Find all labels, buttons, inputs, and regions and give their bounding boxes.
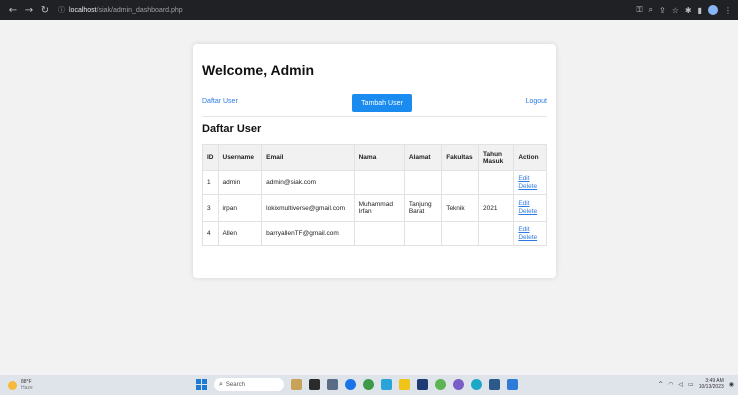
cell-username: Allen: [217, 221, 263, 246]
cell-fakultas: [441, 221, 480, 246]
cell-alamat: [403, 170, 443, 195]
cell-email: admin@siak.com: [261, 170, 355, 195]
delete-link[interactable]: Delete: [518, 183, 542, 191]
forward-icon[interactable]: →: [22, 5, 36, 16]
search-label: Search: [225, 381, 245, 388]
url-host: localhost: [69, 6, 97, 14]
reload-icon[interactable]: ↻: [38, 5, 52, 16]
bookmark-star-icon[interactable]: ☆: [672, 6, 679, 15]
app-icon[interactable]: [381, 379, 392, 390]
dashboard-nav: Daftar User Tambah User Logout: [202, 94, 547, 117]
page-viewport: Welcome, Admin Daftar User Tambah User L…: [0, 20, 738, 375]
cell-nama: [353, 221, 405, 246]
back-icon[interactable]: ←: [6, 5, 20, 16]
profile-avatar[interactable]: [708, 5, 718, 15]
edit-link[interactable]: Edit: [518, 200, 542, 208]
header-tahun-masuk: Tahun Masuk: [478, 144, 515, 171]
header-action: Action: [513, 144, 547, 171]
cell-tahun: 2021: [478, 194, 515, 222]
volume-icon[interactable]: ◁: [678, 381, 683, 388]
page-title: Welcome, Admin: [202, 62, 315, 78]
clock[interactable]: 3:49 AM 10/13/2023: [699, 378, 724, 390]
cell-email: barryallenTF@gmail.com: [261, 221, 355, 246]
cell-action: Edit Delete: [513, 194, 547, 222]
header-nama: Nama: [353, 144, 405, 171]
cell-tahun: [478, 170, 515, 195]
info-icon[interactable]: ⓘ: [58, 5, 65, 15]
clock-date: 10/13/2023: [698, 384, 724, 390]
cell-id: 3: [202, 194, 219, 222]
user-table: ID Username Email Nama Alamat Fakultas T…: [202, 144, 547, 246]
windows-taskbar: 88°F Haze ⌕ Search ^ ◠ ◁ ▭ 3:49 AM 10/13…: [0, 375, 738, 395]
header-alamat: Alamat: [403, 144, 443, 171]
cell-nama: Muhammad Irfan: [353, 194, 405, 222]
notification-icon[interactable]: ◉: [729, 381, 734, 388]
app-icon[interactable]: [489, 379, 500, 390]
chevron-up-icon[interactable]: ^: [658, 381, 663, 388]
cell-username: admin: [217, 170, 263, 195]
app-icon[interactable]: [453, 379, 464, 390]
cell-action: Edit Delete: [513, 170, 547, 195]
app-icon[interactable]: [435, 379, 446, 390]
weather-widget[interactable]: 88°F Haze: [8, 379, 68, 391]
delete-link[interactable]: Delete: [518, 234, 542, 242]
cell-fakultas: [441, 170, 480, 195]
header-email: Email: [261, 144, 355, 171]
table-header-row: ID Username Email Nama Alamat Fakultas T…: [202, 144, 547, 171]
header-id: ID: [202, 144, 219, 171]
cell-action: Edit Delete: [513, 221, 547, 246]
edit-link[interactable]: Edit: [518, 226, 542, 234]
zoom-icon[interactable]: ⌕: [649, 5, 653, 15]
widgets-icon[interactable]: [291, 379, 302, 390]
section-title: Daftar User: [202, 123, 262, 135]
cell-username: irpan: [217, 194, 263, 222]
cell-alamat: Tanjung Barat: [403, 194, 443, 222]
cell-id: 1: [202, 170, 219, 195]
explorer-icon[interactable]: [327, 379, 338, 390]
browser-toolbar: ← → ↻ ⓘ localhost /siak/admin_dashboard.…: [0, 0, 738, 20]
system-tray: ^ ◠ ◁ ▭ 3:49 AM 10/13/2023 ◉: [658, 378, 734, 390]
tambah-user-button[interactable]: Tambah User: [352, 94, 412, 112]
logout-link[interactable]: Logout: [526, 98, 547, 105]
taskbar-search[interactable]: ⌕ Search: [214, 378, 284, 391]
header-username: Username: [217, 144, 263, 171]
windows-start-icon[interactable]: [196, 379, 207, 390]
menu-icon[interactable]: ⋮: [724, 6, 732, 15]
cell-nama: [353, 170, 405, 195]
key-icon[interactable]: ⚿: [636, 5, 642, 15]
table-row: 4 Allen barryallenTF@gmail.com Edit Dele…: [202, 221, 547, 246]
cell-alamat: [403, 221, 443, 246]
sun-icon: [8, 380, 17, 390]
vscode-icon[interactable]: [507, 379, 518, 390]
url-path: /siak/admin_dashboard.php: [96, 6, 183, 14]
sidebar-icon[interactable]: ▮: [698, 6, 702, 15]
share-icon[interactable]: ⇪: [659, 6, 666, 15]
delete-link[interactable]: Delete: [518, 208, 542, 216]
wifi-icon[interactable]: ◠: [668, 381, 673, 388]
address-bar[interactable]: ⓘ localhost /siak/admin_dashboard.php: [58, 3, 183, 17]
cell-fakultas: Teknik: [441, 194, 480, 222]
task-view-icon[interactable]: [309, 379, 320, 390]
search-icon: ⌕: [219, 380, 223, 388]
edge-icon[interactable]: [345, 379, 356, 390]
cell-tahun: [478, 221, 515, 246]
extensions-icon[interactable]: ✱: [685, 6, 692, 15]
cell-id: 4: [202, 221, 219, 246]
daftar-user-link[interactable]: Daftar User: [202, 98, 238, 105]
store-icon[interactable]: [417, 379, 428, 390]
dashboard-card: Welcome, Admin Daftar User Tambah User L…: [193, 44, 556, 278]
header-fakultas: Fakultas: [441, 144, 480, 171]
table-row: 3 irpan lokixmultiverse@gmail.com Muhamm…: [202, 194, 547, 222]
cell-email: lokixmultiverse@gmail.com: [261, 194, 355, 222]
chrome-icon[interactable]: [363, 379, 374, 390]
table-row: 1 admin admin@siak.com Edit Delete: [202, 170, 547, 195]
app-icon[interactable]: [471, 379, 482, 390]
weather-desc: Haze: [21, 385, 33, 391]
folder-icon[interactable]: [399, 379, 410, 390]
battery-icon[interactable]: ▭: [688, 381, 694, 388]
edit-link[interactable]: Edit: [518, 175, 542, 183]
